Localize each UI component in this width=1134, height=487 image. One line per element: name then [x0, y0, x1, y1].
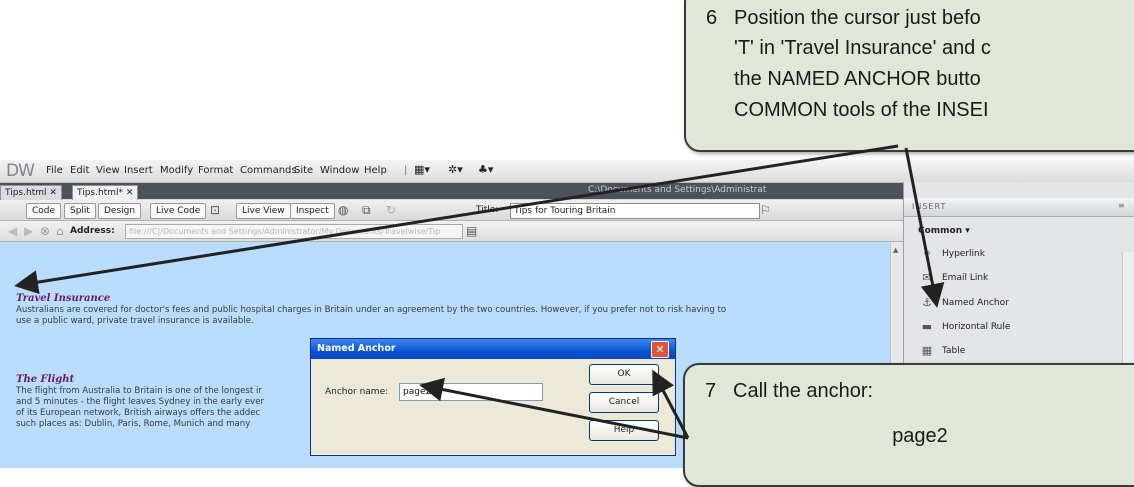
callout-step-6: 6 Position the cursor just befo 'T' in '…: [684, 0, 1134, 152]
insert-horizontal-rule[interactable]: ▬ Horizontal Rule: [920, 319, 1120, 339]
insert-item-label: Horizontal Rule: [942, 322, 1011, 332]
help-button[interactable]: Help: [589, 420, 659, 441]
tab-label: Tips.html*: [77, 188, 123, 198]
address-input[interactable]: file:///C|/Documents and Settings/Admini…: [125, 224, 463, 239]
refresh-icon[interactable]: ↻: [386, 203, 396, 217]
cancel-button[interactable]: Cancel: [589, 392, 659, 413]
callout-text: Call the anchor:: [733, 380, 874, 402]
table-icon: ▦: [921, 344, 933, 357]
tab-tips-html-modified[interactable]: Tips.html* ✕: [72, 185, 139, 200]
code-hint-icon[interactable]: ⊡: [210, 203, 220, 217]
inspect-button[interactable]: Inspect: [290, 203, 335, 219]
menu-edit[interactable]: Edit: [70, 165, 89, 176]
category-label: Common: [918, 226, 963, 236]
menu-view[interactable]: View: [96, 165, 120, 176]
callout-anchor-name: page2: [892, 425, 948, 447]
paragraph-line[interactable]: of its European network, British airways…: [16, 408, 260, 419]
back-icon[interactable]: ◀: [8, 224, 17, 238]
globe-icon[interactable]: ◍: [338, 203, 348, 217]
step-number: 7: [705, 380, 717, 402]
callout-line: 'T' in 'Travel Insurance' and c: [734, 37, 991, 59]
paragraph-line[interactable]: Australians are covered for doctor's fee…: [16, 305, 726, 316]
menu-insert[interactable]: Insert: [124, 165, 153, 176]
insert-hyperlink[interactable]: ⚭ Hyperlink: [920, 246, 1120, 266]
view-options-icon[interactable]: ▤: [466, 224, 477, 238]
dialog-titlebar: Named Anchor ✕: [311, 339, 675, 359]
anchor-name-input[interactable]: page2: [399, 383, 543, 401]
title-label: Title:: [476, 205, 499, 215]
menu-commands[interactable]: Commands: [240, 165, 297, 176]
heading-the-flight[interactable]: The Flight: [16, 374, 74, 385]
check-page-icon[interactable]: ⚐: [760, 203, 771, 217]
insert-email-link[interactable]: ✉ Email Link: [920, 270, 1120, 290]
tab-label: Tips.html: [5, 188, 47, 198]
live-code-button[interactable]: Live Code: [150, 203, 207, 219]
preview-icon[interactable]: ⧉: [362, 203, 371, 217]
design-button[interactable]: Design: [98, 203, 142, 219]
insert-item-label: Named Anchor: [942, 298, 1009, 308]
paragraph-line[interactable]: and 5 minutes - the flight leaves Sydney…: [16, 397, 264, 408]
menu-window[interactable]: Window: [320, 165, 359, 176]
insert-table[interactable]: ▦ Table: [920, 343, 1120, 363]
separator: |: [404, 165, 408, 176]
callout-step-7: 7 Call the anchor: page2: [683, 363, 1134, 487]
live-view-button[interactable]: Live View: [236, 203, 291, 219]
insert-panel-title: INSERT: [912, 202, 947, 211]
callout-line: Position the cursor just befo: [734, 7, 981, 29]
insert-item-label: Table: [942, 346, 966, 356]
code-button[interactable]: Code: [26, 203, 62, 219]
hyperlink-icon: ⚭: [922, 247, 932, 260]
insert-item-label: Email Link: [942, 273, 989, 283]
dreamweaver-logo: DW: [6, 161, 35, 181]
paragraph-line[interactable]: use a public ward, private travel insura…: [16, 316, 254, 327]
stop-icon[interactable]: ⊗: [40, 224, 50, 238]
anchor-name-label: Anchor name:: [325, 387, 389, 397]
menu-site[interactable]: Site: [294, 165, 313, 176]
site-icon[interactable]: ♣▾: [478, 163, 493, 176]
named-anchor-dialog: Named Anchor ✕ Anchor name: page2 OK Can…: [310, 338, 676, 456]
close-icon[interactable]: ✕: [49, 188, 57, 198]
address-label: Address:: [70, 226, 115, 236]
chevron-down-icon: ▾: [965, 226, 970, 236]
menu-bar: DW File Edit View Insert Modify Format C…: [0, 160, 1134, 183]
forward-icon[interactable]: ▶: [24, 224, 33, 238]
tab-tips-html[interactable]: Tips.html ✕: [0, 185, 62, 200]
panel-menu-icon[interactable]: ≡: [1118, 201, 1125, 210]
ok-button[interactable]: OK: [589, 364, 659, 385]
dialog-title: Named Anchor: [317, 343, 396, 354]
menu-help[interactable]: Help: [364, 165, 387, 176]
home-icon[interactable]: ⌂: [56, 224, 64, 238]
callout-line: the NAMED ANCHOR butto: [734, 68, 981, 90]
email-icon: ✉: [922, 271, 932, 284]
extend-icon[interactable]: ✲▾: [448, 163, 463, 176]
paragraph-line[interactable]: The flight from Australia to Britain is …: [16, 386, 262, 397]
split-button[interactable]: Split: [64, 203, 96, 219]
anchor-icon: ⚓: [922, 296, 932, 309]
scroll-up-icon[interactable]: ▲: [893, 246, 898, 254]
layout-icon[interactable]: ▦▾: [414, 163, 430, 176]
paragraph-line[interactable]: such places as: Dublin, Paris, Rome, Mun…: [16, 419, 250, 430]
close-icon[interactable]: ✕: [126, 188, 134, 198]
callout-line: COMMON tools of the INSEI: [734, 99, 989, 121]
insert-panel-header: INSERT ≡: [904, 198, 1134, 217]
horizontal-rule-icon: ▬: [921, 320, 933, 333]
file-path: C:\Documents and Settings\Administrat: [588, 185, 767, 195]
heading-travel-insurance[interactable]: Travel Insurance: [16, 293, 110, 304]
insert-item-label: Hyperlink: [942, 249, 985, 259]
insert-category-select[interactable]: Common ▾: [918, 226, 970, 236]
menu-modify[interactable]: Modify: [160, 165, 193, 176]
menu-format[interactable]: Format: [198, 165, 233, 176]
close-icon[interactable]: ✕: [651, 341, 669, 358]
title-input[interactable]: Tips for Touring Britain: [510, 203, 760, 219]
address-bar: ◀ ▶ ⊗ ⌂ Address: file:///C|/Documents an…: [0, 221, 905, 242]
insert-named-anchor[interactable]: ⚓ Named Anchor: [920, 295, 1120, 315]
step-number: 6: [706, 7, 718, 29]
menu-file[interactable]: File: [46, 165, 63, 176]
